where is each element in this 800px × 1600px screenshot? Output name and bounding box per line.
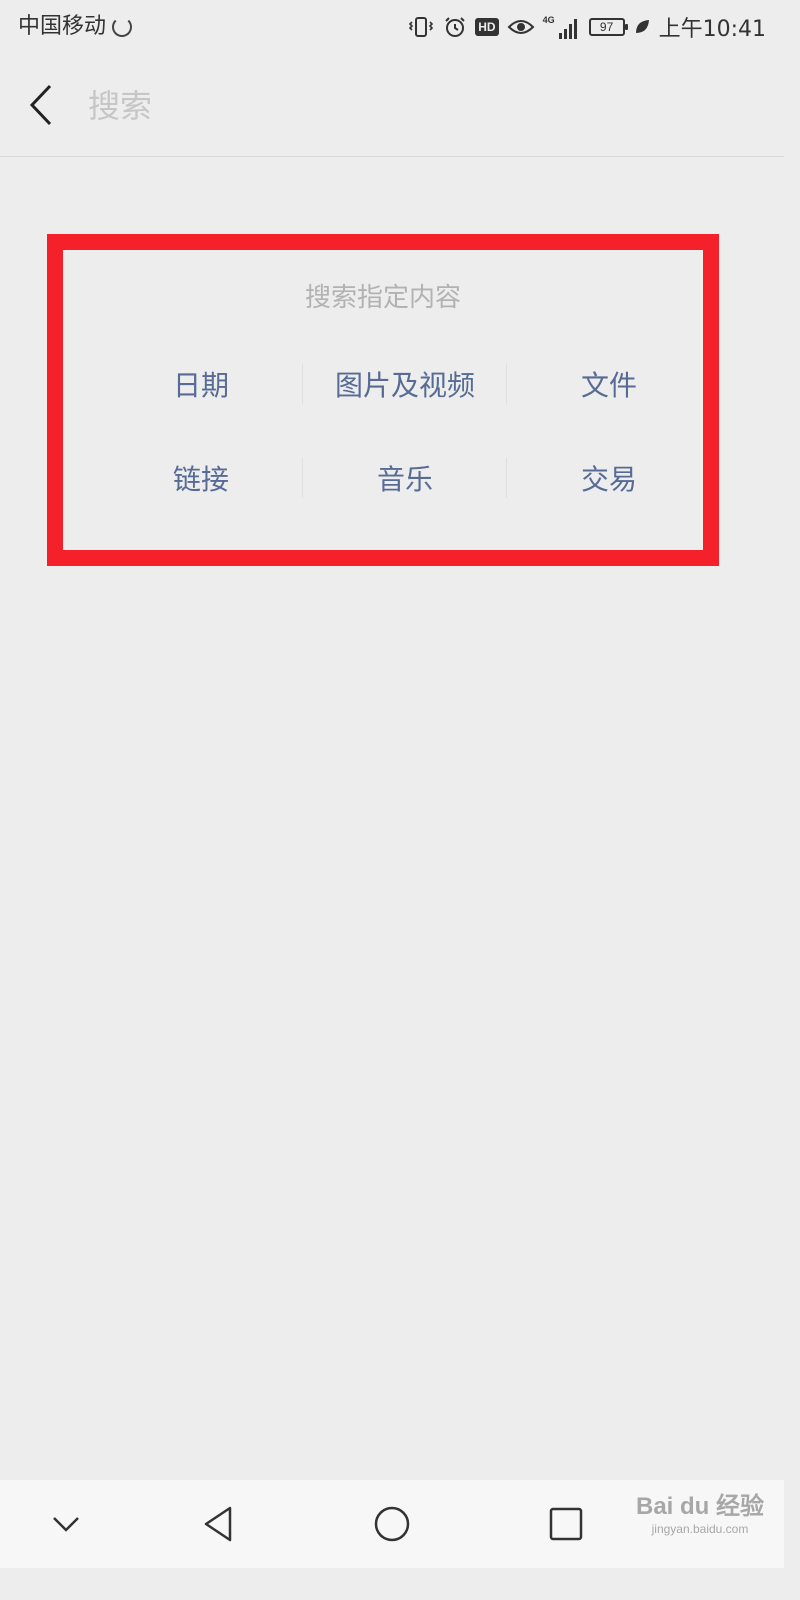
signal-icon: 4G bbox=[543, 15, 581, 39]
panel-title: 搜索指定内容 bbox=[304, 283, 461, 313]
clock: 上午10:41 bbox=[658, 17, 766, 42]
category-label: 文件 bbox=[580, 369, 637, 402]
category-row: 日期 图片及视频 文件 bbox=[99, 358, 711, 452]
watermark-brand: Bai du 经验 bbox=[635, 1493, 764, 1520]
home-circle-icon bbox=[374, 1506, 410, 1542]
battery-icon: 97 bbox=[588, 18, 628, 36]
category-transactions[interactable]: 交易 bbox=[507, 452, 711, 504]
category-links[interactable]: 链接 bbox=[99, 452, 303, 504]
chevron-down-icon bbox=[53, 1517, 79, 1532]
status-right: HD 4G 97 上午10:41 bbox=[407, 12, 766, 42]
search-header: 搜索 bbox=[0, 54, 784, 157]
nav-recents-button[interactable] bbox=[542, 1500, 590, 1548]
battery-level: 97 bbox=[599, 20, 614, 34]
category-label: 交易 bbox=[580, 463, 637, 496]
category-label: 日期 bbox=[172, 369, 229, 402]
status-bar: 中国移动 HD 4G 97 上午10:41 bbox=[0, 0, 784, 54]
category-label: 音乐 bbox=[376, 463, 433, 496]
category-label: 链接 bbox=[172, 463, 229, 496]
carrier-label: 中国移动 bbox=[18, 14, 107, 39]
search-input[interactable]: 搜索 bbox=[88, 84, 152, 128]
category-photos-videos[interactable]: 图片及视频 bbox=[303, 358, 507, 410]
chevron-left-icon bbox=[29, 84, 52, 126]
collapse-button[interactable] bbox=[42, 1500, 90, 1548]
category-grid: 日期 图片及视频 文件 链接 音乐 交易 bbox=[99, 358, 711, 546]
category-date[interactable]: 日期 bbox=[99, 358, 303, 410]
search-category-panel: 搜索指定内容 日期 图片及视频 文件 链接 音乐 交易 bbox=[47, 234, 719, 566]
back-triangle-icon bbox=[204, 1506, 232, 1542]
back-button[interactable] bbox=[22, 82, 62, 128]
status-left: 中国移动 bbox=[18, 12, 133, 42]
category-label: 图片及视频 bbox=[334, 369, 475, 402]
recents-square-icon bbox=[549, 1507, 583, 1541]
watermark-url: jingyan.baidu.com bbox=[651, 1522, 749, 1536]
alarm-icon bbox=[443, 15, 467, 39]
nav-home-button[interactable] bbox=[368, 1500, 416, 1548]
loading-icon bbox=[112, 17, 133, 37]
network-type-label: 4G bbox=[542, 15, 555, 25]
system-navbar: Bai du 经验 jingyan.baidu.com bbox=[0, 1480, 784, 1568]
category-row: 链接 音乐 交易 bbox=[99, 452, 711, 546]
baidu-jingyan-watermark: Bai du 经验 jingyan.baidu.com bbox=[636, 1492, 764, 1536]
hd-icon: HD bbox=[475, 18, 499, 36]
eye-icon bbox=[507, 16, 535, 38]
nav-back-button[interactable] bbox=[194, 1500, 242, 1548]
category-files[interactable]: 文件 bbox=[507, 358, 711, 410]
vibrate-icon bbox=[407, 15, 435, 39]
category-music[interactable]: 音乐 bbox=[303, 452, 507, 504]
leaf-icon bbox=[633, 18, 651, 36]
